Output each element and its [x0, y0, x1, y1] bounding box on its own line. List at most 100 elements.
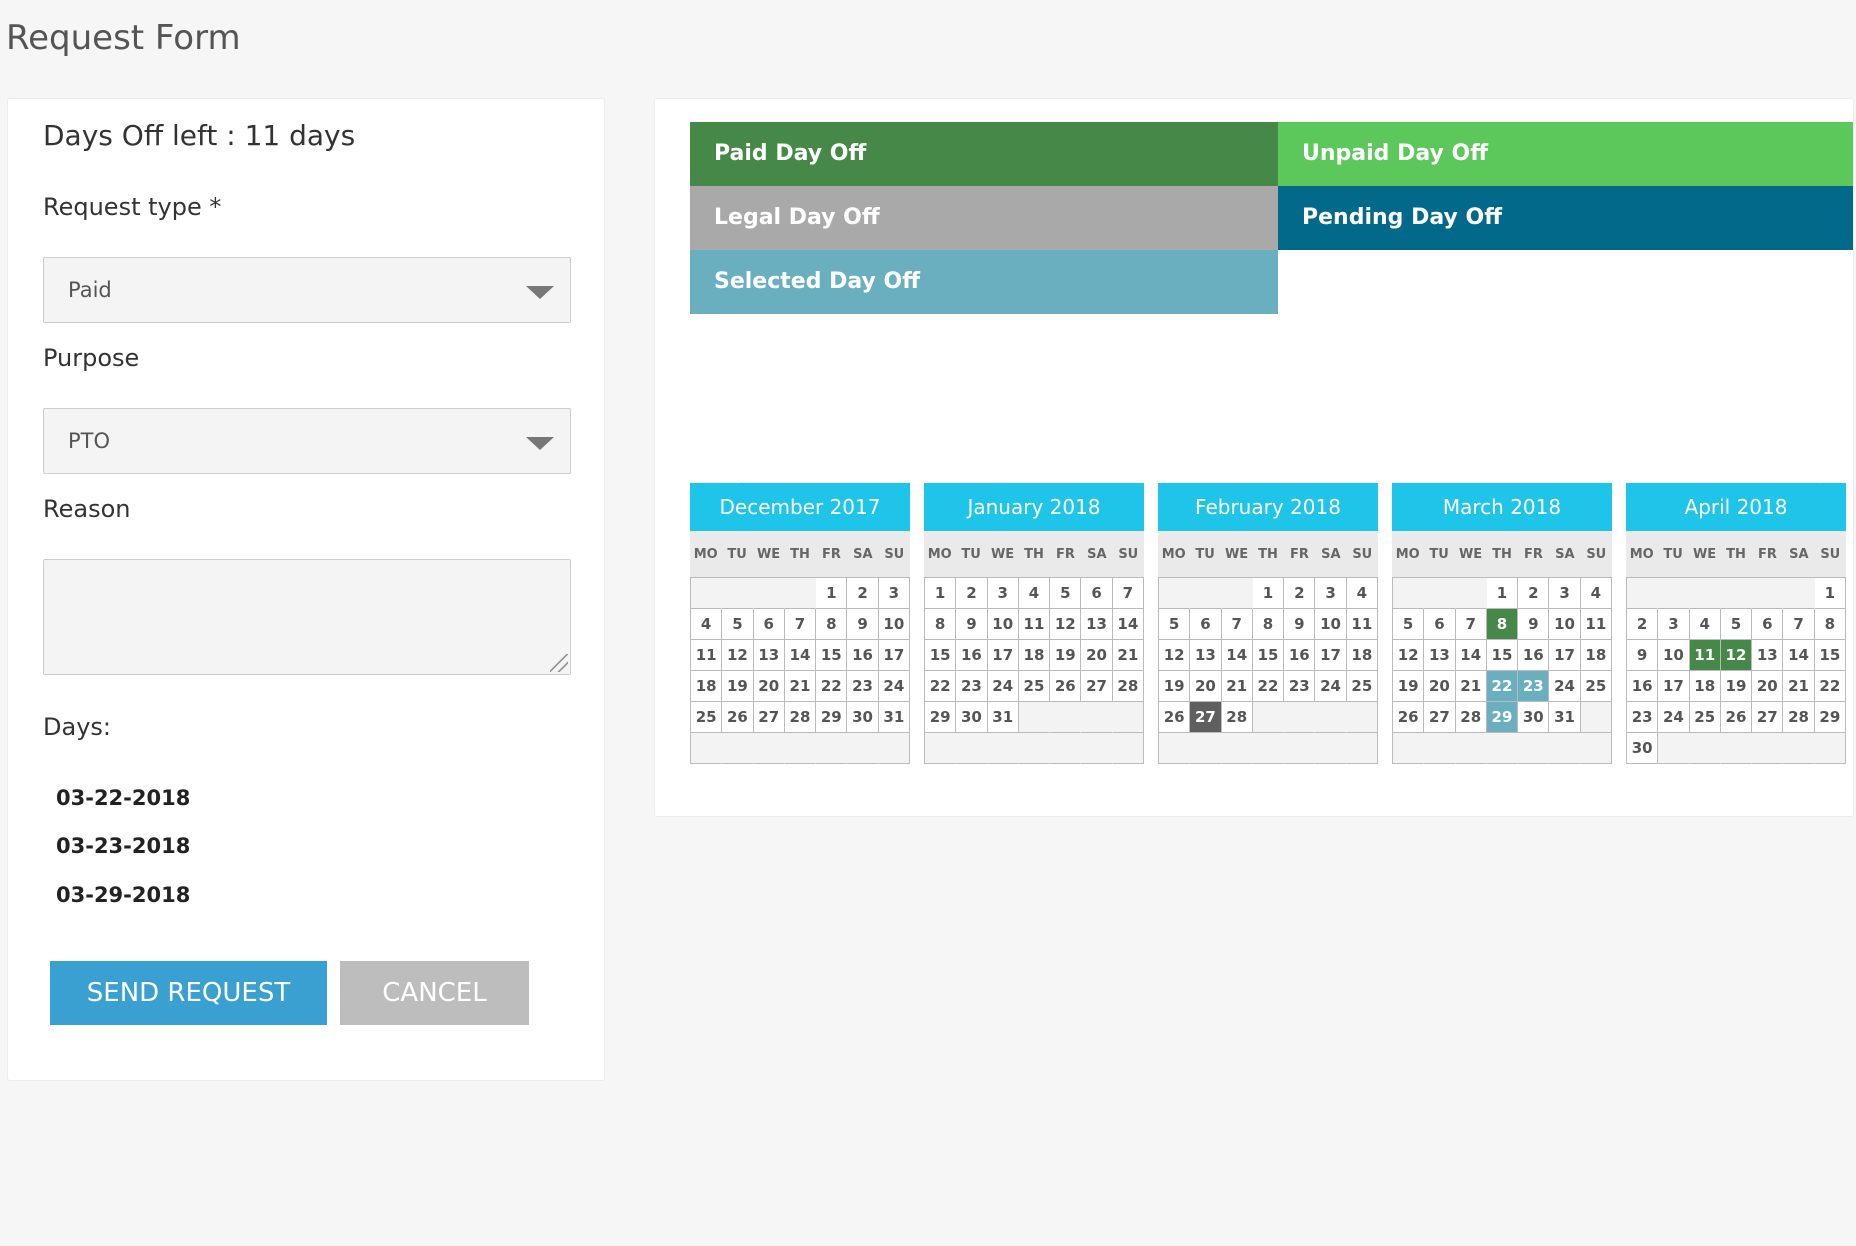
day-cell[interactable]: 12: [1720, 640, 1753, 671]
day-cell[interactable]: 14: [1455, 640, 1487, 671]
day-cell[interactable]: 6: [1424, 609, 1456, 640]
day-cell[interactable]: 17: [878, 640, 910, 671]
day-cell[interactable]: 27: [1424, 702, 1456, 733]
day-cell[interactable]: 29: [1814, 702, 1846, 733]
day-cell[interactable]: 23: [1518, 671, 1550, 702]
day-cell[interactable]: 18: [1346, 640, 1378, 671]
day-cell[interactable]: 15: [1486, 640, 1519, 671]
day-cell[interactable]: 24: [878, 671, 910, 702]
day-cell[interactable]: 13: [1424, 640, 1456, 671]
resize-handle-icon[interactable]: [550, 654, 568, 672]
day-cell[interactable]: 3: [878, 578, 910, 609]
day-cell[interactable]: 21: [1455, 671, 1487, 702]
day-cell[interactable]: 28: [1783, 702, 1815, 733]
day-cell[interactable]: 31: [987, 702, 1019, 733]
day-cell[interactable]: 2: [1284, 578, 1316, 609]
day-cell[interactable]: 12: [722, 640, 754, 671]
send-request-button[interactable]: SEND REQUEST: [50, 961, 327, 1025]
day-cell[interactable]: 14: [784, 640, 817, 671]
day-cell[interactable]: 19: [1720, 671, 1753, 702]
day-cell[interactable]: 13: [1190, 640, 1222, 671]
day-cell[interactable]: 26: [1393, 702, 1425, 733]
day-cell[interactable]: 19: [722, 671, 754, 702]
day-cell[interactable]: 6: [1752, 609, 1784, 640]
day-cell[interactable]: 9: [847, 609, 879, 640]
reason-textarea[interactable]: [43, 559, 571, 675]
day-cell[interactable]: 18: [1018, 640, 1051, 671]
day-cell[interactable]: 2: [956, 578, 988, 609]
day-cell[interactable]: 21: [784, 671, 817, 702]
day-cell[interactable]: 6: [1081, 578, 1113, 609]
day-cell[interactable]: 27: [1752, 702, 1784, 733]
day-cell[interactable]: 12: [1393, 640, 1425, 671]
day-cell[interactable]: 11: [1580, 609, 1612, 640]
day-cell[interactable]: 14: [1221, 640, 1253, 671]
day-cell[interactable]: 28: [1221, 702, 1253, 733]
day-cell[interactable]: 4: [691, 609, 723, 640]
day-cell[interactable]: 6: [1190, 609, 1222, 640]
day-cell[interactable]: 2: [847, 578, 879, 609]
day-cell[interactable]: 5: [1159, 609, 1191, 640]
day-cell[interactable]: 7: [1221, 609, 1253, 640]
day-cell[interactable]: 22: [1486, 671, 1519, 702]
day-cell[interactable]: 20: [753, 671, 785, 702]
day-cell[interactable]: 8: [925, 609, 957, 640]
day-cell[interactable]: 14: [1112, 609, 1144, 640]
day-cell[interactable]: 16: [1284, 640, 1316, 671]
day-cell[interactable]: 31: [878, 702, 910, 733]
day-cell[interactable]: 10: [1658, 640, 1690, 671]
day-cell[interactable]: 9: [956, 609, 988, 640]
day-cell[interactable]: 17: [1658, 671, 1690, 702]
day-cell[interactable]: 1: [1486, 578, 1519, 609]
day-cell[interactable]: 23: [1284, 671, 1316, 702]
day-cell[interactable]: 18: [1580, 640, 1612, 671]
day-cell[interactable]: 11: [1346, 609, 1378, 640]
day-cell[interactable]: 20: [1081, 640, 1113, 671]
day-cell[interactable]: 26: [722, 702, 754, 733]
day-cell[interactable]: 3: [1658, 609, 1690, 640]
day-cell[interactable]: 21: [1112, 640, 1144, 671]
day-cell[interactable]: 26: [1720, 702, 1753, 733]
day-cell[interactable]: 25: [1689, 702, 1721, 733]
day-cell[interactable]: 16: [847, 640, 879, 671]
day-cell[interactable]: 21: [1783, 671, 1815, 702]
day-cell[interactable]: 23: [956, 671, 988, 702]
day-cell[interactable]: 10: [878, 609, 910, 640]
day-cell[interactable]: 13: [1081, 609, 1113, 640]
day-cell[interactable]: 22: [1814, 671, 1846, 702]
day-cell[interactable]: 5: [1720, 609, 1753, 640]
day-cell[interactable]: 17: [987, 640, 1019, 671]
day-cell[interactable]: 18: [691, 671, 723, 702]
day-cell[interactable]: 25: [691, 702, 723, 733]
day-cell[interactable]: 7: [784, 609, 817, 640]
day-cell[interactable]: 20: [1752, 671, 1784, 702]
day-cell[interactable]: 19: [1159, 671, 1191, 702]
day-cell[interactable]: 27: [753, 702, 785, 733]
day-cell[interactable]: 4: [1018, 578, 1051, 609]
day-cell[interactable]: 11: [691, 640, 723, 671]
day-cell[interactable]: 29: [816, 702, 848, 733]
day-cell[interactable]: 28: [784, 702, 817, 733]
day-cell[interactable]: 28: [1455, 702, 1487, 733]
day-cell[interactable]: 8: [816, 609, 848, 640]
day-cell[interactable]: 20: [1424, 671, 1456, 702]
day-cell[interactable]: 16: [1518, 640, 1550, 671]
day-cell[interactable]: 27: [1081, 671, 1113, 702]
cancel-button[interactable]: CANCEL: [340, 961, 529, 1025]
day-cell[interactable]: 24: [1315, 671, 1347, 702]
day-cell[interactable]: 30: [956, 702, 988, 733]
day-cell[interactable]: 7: [1455, 609, 1487, 640]
day-cell[interactable]: 29: [925, 702, 957, 733]
day-cell[interactable]: 2: [1627, 609, 1659, 640]
day-cell[interactable]: 6: [753, 609, 785, 640]
day-cell[interactable]: 25: [1580, 671, 1612, 702]
day-cell[interactable]: 19: [1393, 671, 1425, 702]
day-cell[interactable]: 10: [1315, 609, 1347, 640]
day-cell[interactable]: 16: [1627, 671, 1659, 702]
day-cell[interactable]: 8: [1486, 609, 1519, 640]
day-cell[interactable]: 7: [1783, 609, 1815, 640]
day-cell[interactable]: 1: [1814, 578, 1846, 609]
day-cell[interactable]: 8: [1814, 609, 1846, 640]
day-cell[interactable]: 1: [816, 578, 848, 609]
day-cell[interactable]: 30: [1518, 702, 1550, 733]
